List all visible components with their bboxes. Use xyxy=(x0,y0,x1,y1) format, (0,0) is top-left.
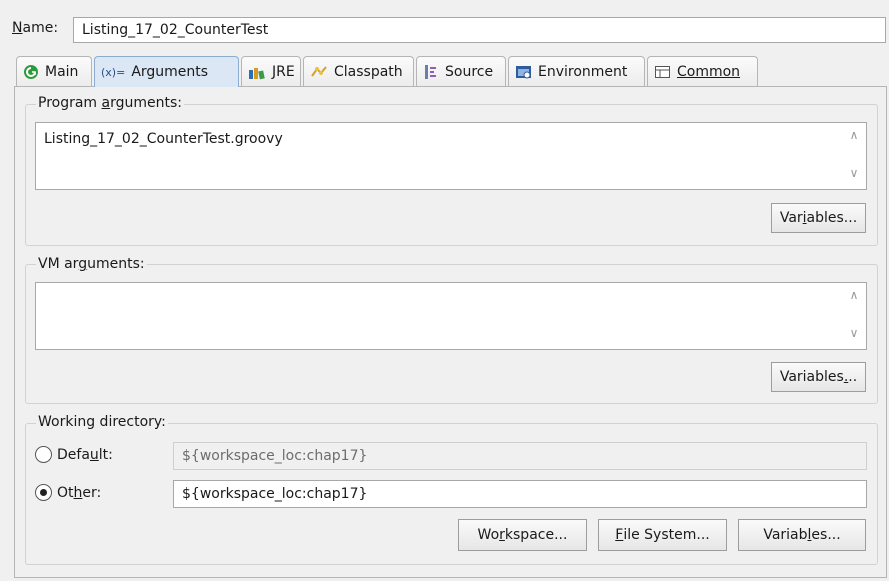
source-icon xyxy=(423,64,439,80)
default-radio-label: Default: xyxy=(57,446,113,463)
program-arguments-scroll-down-icon[interactable]: ∨ xyxy=(845,166,863,180)
vm-arguments-label: VM arguments: xyxy=(36,256,147,272)
other-radio-circle[interactable] xyxy=(35,484,52,501)
program-arguments-scroll-up-icon[interactable]: ∧ xyxy=(845,128,863,142)
working-directory-variables-button[interactable]: Variab l es... xyxy=(738,519,866,551)
program-arguments-label: Program arguments: xyxy=(36,95,185,111)
jre-books-icon xyxy=(248,64,266,80)
working-directory-label: Working directory: xyxy=(36,414,168,430)
tab-jre[interactable]: JRE xyxy=(241,56,301,86)
other-directory-input[interactable]: ${workspace_loc:chap17} xyxy=(173,480,867,508)
tab-environment-label: Environment xyxy=(538,63,628,80)
tab-arguments-label: Arguments xyxy=(131,64,209,80)
environment-icon xyxy=(515,64,532,80)
classpath-icon xyxy=(310,64,328,80)
name-label: Name: xyxy=(12,20,59,36)
program-arguments-variables-button[interactable]: Var i ables... xyxy=(771,203,866,233)
common-icon xyxy=(654,64,671,80)
tab-main[interactable]: Main xyxy=(16,56,92,86)
default-directory-field: ${workspace_loc:chap17} xyxy=(173,442,867,470)
tab-source[interactable]: Source xyxy=(416,56,506,86)
program-arguments-textarea[interactable]: Listing_17_02_CounterTest.groovy xyxy=(35,122,867,190)
vm-arguments-scroll-down-icon[interactable]: ∨ xyxy=(845,326,863,340)
name-input[interactable]: Listing_17_02_CounterTest xyxy=(73,17,886,43)
tab-main-label: Main xyxy=(45,63,79,80)
default-radio-circle[interactable] xyxy=(35,446,52,463)
tab-environment[interactable]: Environment xyxy=(508,56,645,86)
default-radio[interactable]: Default: xyxy=(35,446,113,463)
tab-arguments[interactable]: (x)= Arguments xyxy=(94,56,239,87)
tab-classpath-label: Classpath xyxy=(334,63,403,80)
workspace-button[interactable]: Wo r kspace... xyxy=(458,519,587,551)
other-radio-label: Other: xyxy=(57,484,102,501)
tab-classpath[interactable]: Classpath xyxy=(303,56,414,86)
tab-common[interactable]: Common xyxy=(647,56,758,86)
green-run-icon xyxy=(23,64,39,80)
vm-arguments-scroll-up-icon[interactable]: ∧ xyxy=(845,288,863,302)
vm-arguments-variables-button[interactable]: Variables... xyxy=(771,362,866,392)
file-system-button[interactable]: File System... xyxy=(598,519,727,551)
tab-common-label: Common xyxy=(677,63,741,80)
arguments-icon: (x)= xyxy=(101,65,126,79)
vm-arguments-textarea[interactable] xyxy=(35,282,867,350)
tab-jre-label: JRE xyxy=(272,63,295,80)
other-radio[interactable]: Other: xyxy=(35,484,101,501)
tab-source-label: Source xyxy=(445,63,494,80)
program-arguments-value: Listing_17_02_CounterTest.groovy xyxy=(44,131,283,147)
